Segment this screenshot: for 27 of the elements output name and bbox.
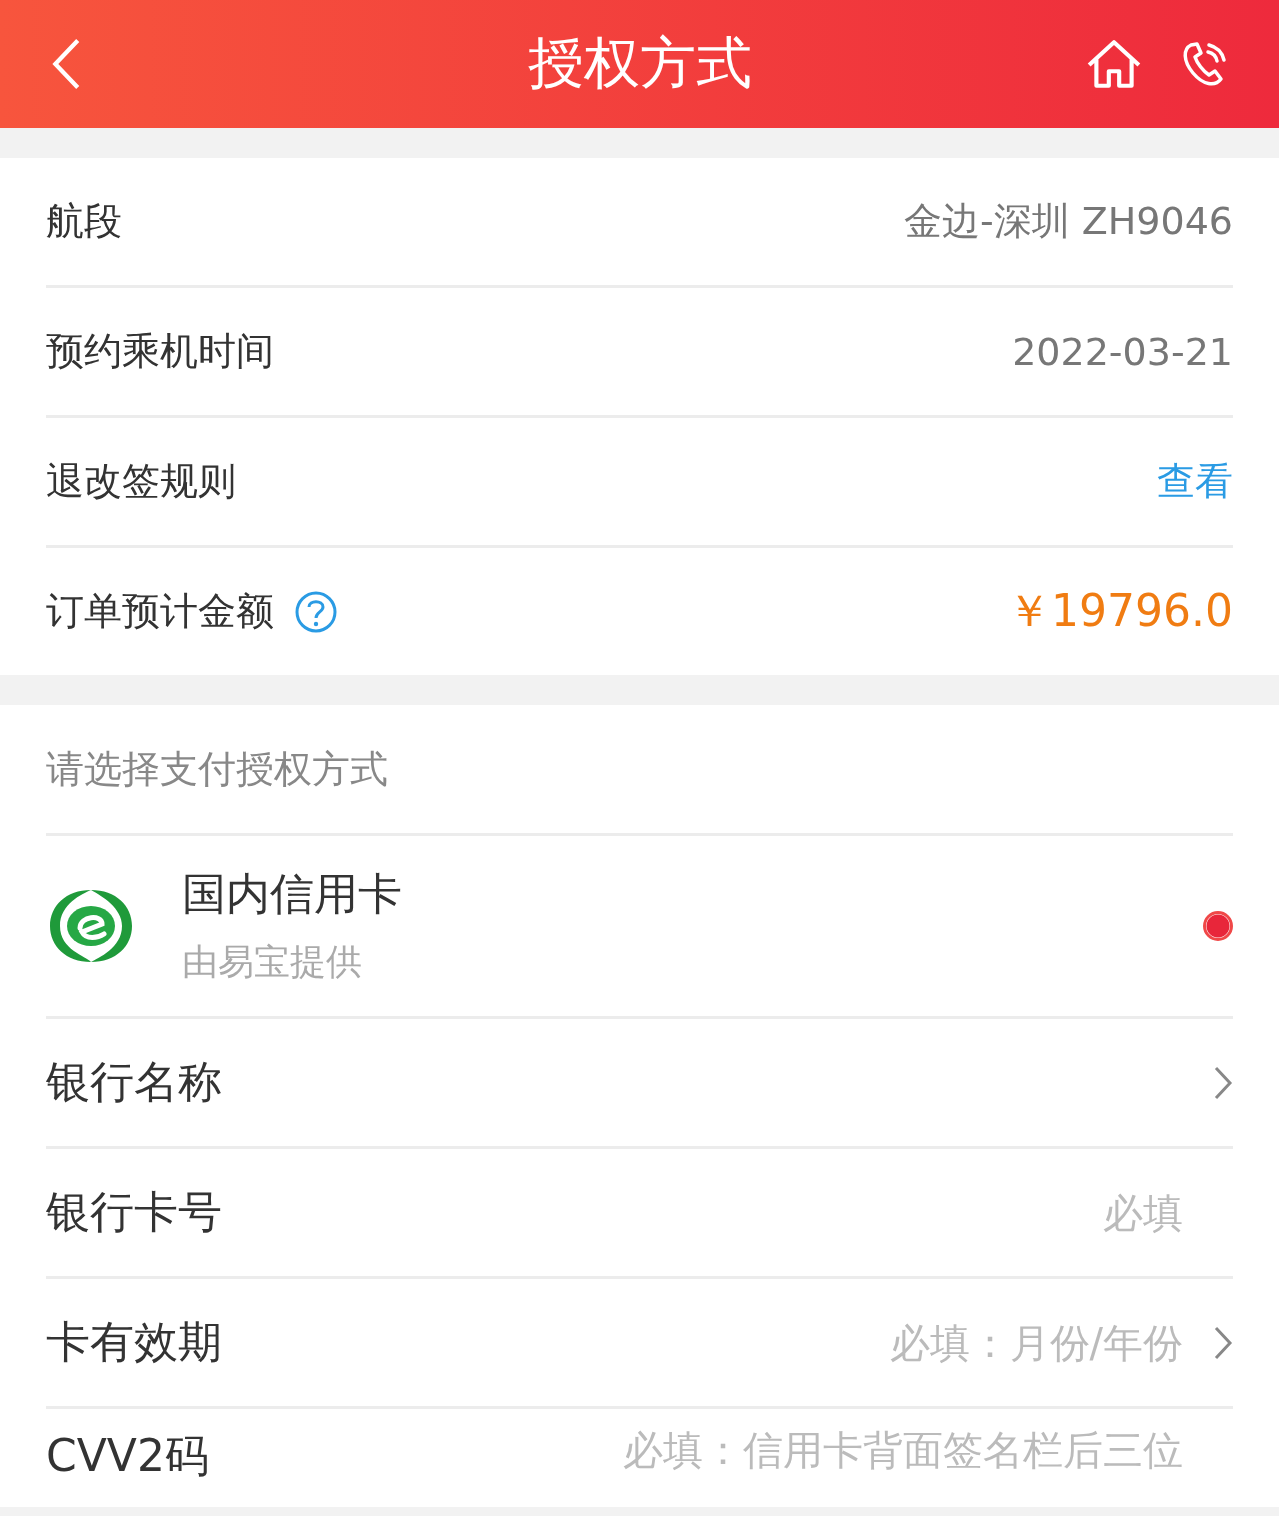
method-provider: 由易宝提供	[182, 940, 363, 984]
row-value: 金边-深圳 ZH9046	[903, 198, 1233, 245]
help-icon[interactable]	[294, 589, 338, 634]
row-label: 退改签规则	[46, 458, 236, 505]
field-label: CVV2码	[46, 1429, 209, 1483]
method-name: 国内信用卡	[182, 867, 402, 921]
payment-method-item[interactable]: 国内信用卡 由易宝提供	[46, 836, 1233, 1019]
field-label: 卡有效期	[46, 1315, 222, 1369]
home-icon	[1085, 38, 1143, 90]
section-heading: 请选择支付授权方式	[46, 745, 388, 793]
row-label: 预约乘机时间	[46, 328, 274, 375]
radio-button[interactable]	[1203, 911, 1233, 941]
input-field[interactable]: 必填	[968, 1189, 1183, 1236]
chevron-icon[interactable]	[1213, 1064, 1233, 1101]
back-button[interactable]	[50, 36, 82, 92]
page-title: 授权方式	[527, 29, 752, 97]
chevron-icon[interactable]	[1213, 1324, 1233, 1361]
row-value: 2022-03-21	[1012, 329, 1233, 374]
back-icon	[50, 36, 82, 92]
row-label: 航段	[46, 198, 122, 245]
field-label: 银行名称	[46, 1055, 222, 1109]
input-field[interactable]: 必填：信用卡背面签名栏后三位	[482, 1427, 1183, 1473]
field-label: 银行卡号	[46, 1185, 222, 1239]
row-label: 订单预计金额	[46, 588, 274, 635]
input-field[interactable]: 必填：月份/年份	[725, 1319, 1183, 1366]
home-button[interactable]	[1085, 38, 1143, 90]
amount-value: ￥19796.0	[1007, 584, 1233, 638]
